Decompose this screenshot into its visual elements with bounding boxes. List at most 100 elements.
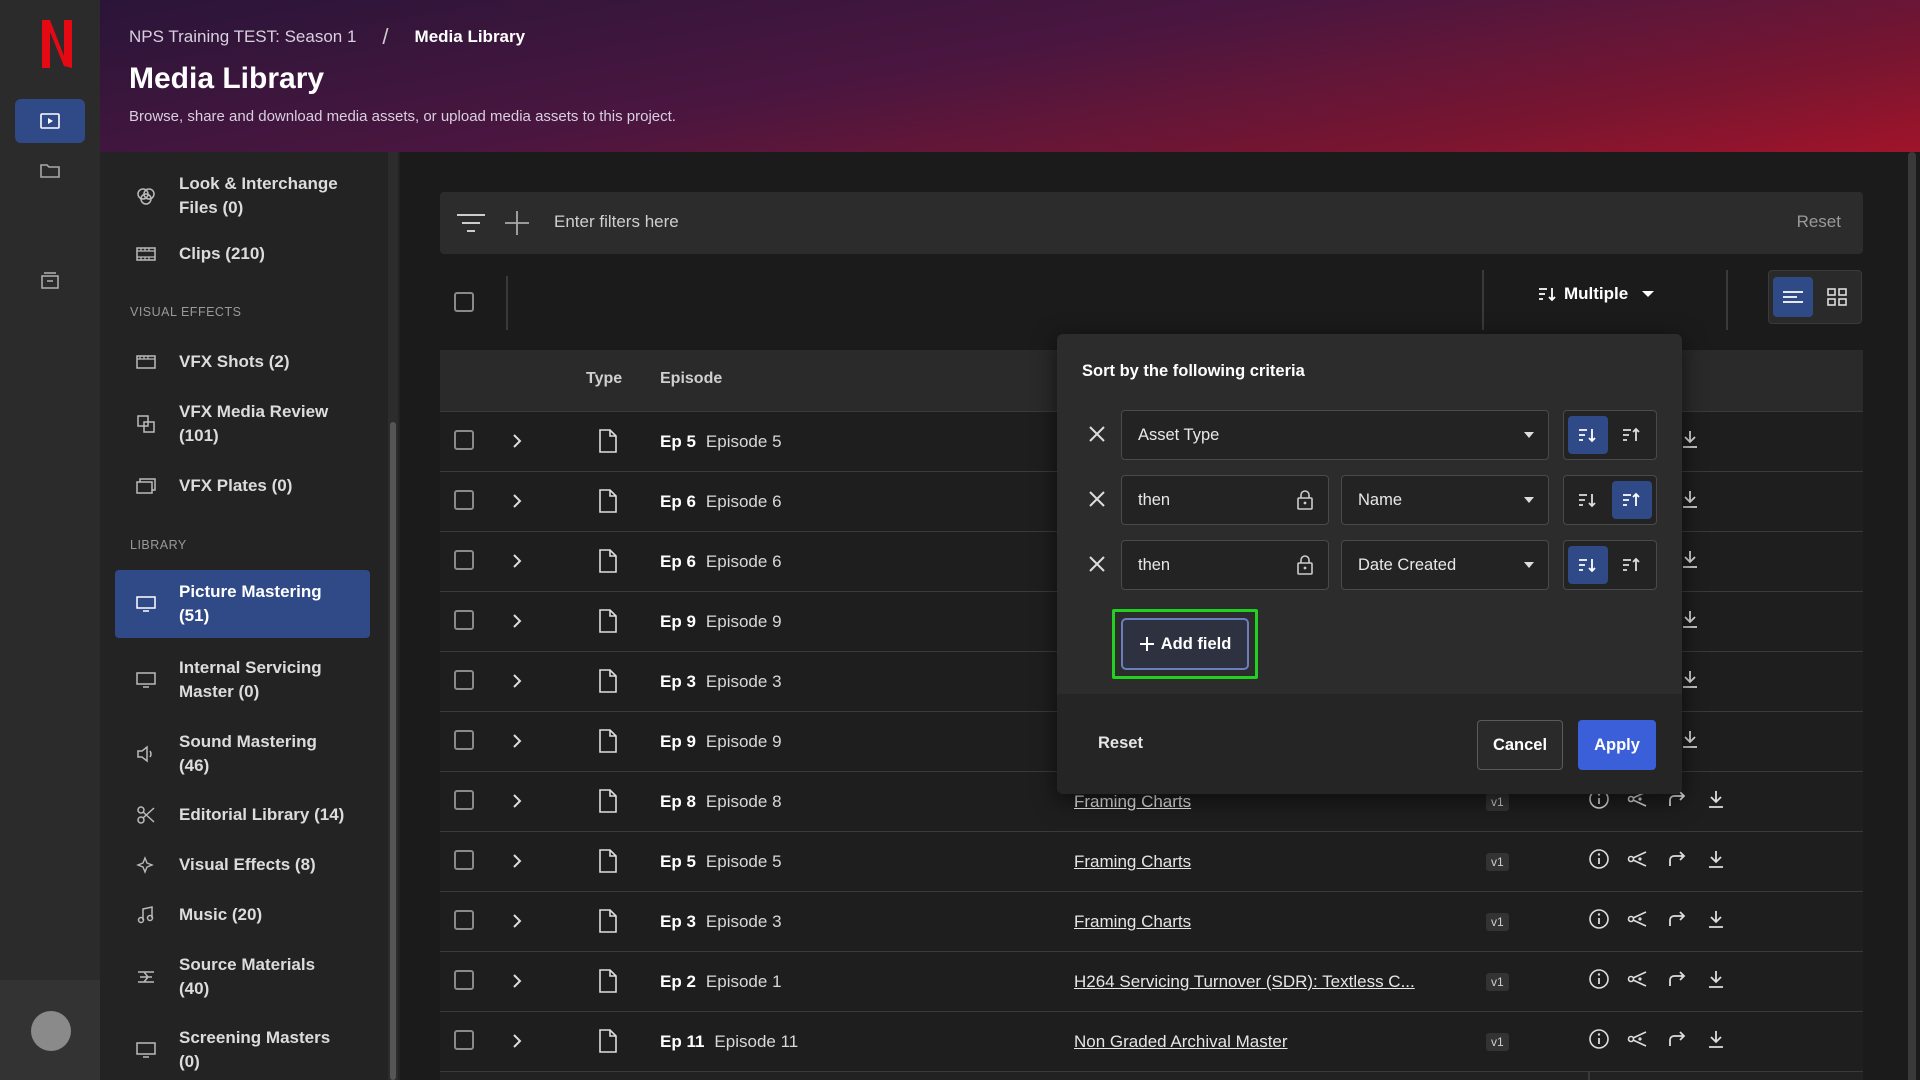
chevron-right-icon[interactable] [510, 671, 524, 691]
download-icon[interactable] [1679, 668, 1701, 690]
chevron-right-icon[interactable] [510, 851, 524, 871]
forward-icon[interactable] [1666, 908, 1688, 930]
chevron-right-icon[interactable] [510, 791, 524, 811]
sidebar-item-sound-mastering[interactable]: Sound Mastering (46) [115, 722, 370, 786]
chevron-right-icon[interactable] [510, 971, 524, 991]
sidebar-item-vfx-shots[interactable]: VFX Shots (2) [115, 342, 370, 382]
table-row[interactable]: Ep 3 Episode 3 Framing Charts v1 [440, 892, 1863, 952]
download-icon[interactable] [1705, 908, 1727, 930]
plus-icon[interactable] [504, 210, 530, 236]
sort-ascending-button[interactable] [1612, 481, 1652, 519]
sort-descending-button[interactable] [1568, 416, 1608, 454]
chevron-right-icon[interactable] [510, 431, 524, 451]
row-checkbox[interactable] [454, 670, 474, 690]
asset-name-link[interactable]: H264 Servicing Turnover (SDR): Textless … [1074, 972, 1415, 992]
sort-field-select[interactable]: Date Created [1341, 540, 1549, 590]
table-row[interactable]: Ep 2 Episode 1 H264 Servicing Turnover (SD… [440, 952, 1863, 1012]
chevron-right-icon[interactable] [510, 1031, 524, 1051]
cancel-button[interactable]: Cancel [1477, 720, 1563, 770]
filter-reset-button[interactable]: Reset [1797, 212, 1841, 232]
asset-name-link[interactable]: Framing Charts [1074, 792, 1191, 812]
info-icon[interactable] [1588, 848, 1610, 870]
row-checkbox[interactable] [454, 1030, 474, 1050]
table-row[interactable]: Ep 11 Episode 11 Non Graded Archival Maste… [440, 1012, 1863, 1072]
sort-field-select[interactable]: Name [1341, 475, 1549, 525]
table-row[interactable]: Ep 5 Episode 5 Framing Charts v1 [440, 832, 1863, 892]
forward-icon[interactable] [1666, 848, 1688, 870]
inbox-nav-button[interactable] [15, 258, 85, 302]
sort-button[interactable]: Multiple [1538, 284, 1656, 304]
row-checkbox[interactable] [454, 610, 474, 630]
netflix-logo[interactable] [40, 18, 74, 70]
sidebar-item-picture-mastering[interactable]: Picture Mastering (51) [115, 570, 370, 638]
sort-field-select[interactable]: Asset Type [1121, 410, 1549, 460]
chevron-right-icon[interactable] [510, 731, 524, 751]
row-checkbox[interactable] [454, 850, 474, 870]
download-icon[interactable] [1679, 488, 1701, 510]
sidebar-item-visual-effects[interactable]: Visual Effects (8) [115, 845, 370, 885]
row-checkbox[interactable] [454, 490, 474, 510]
forward-icon[interactable] [1666, 968, 1688, 990]
sort-descending-button[interactable] [1568, 481, 1608, 519]
row-checkbox[interactable] [454, 730, 474, 750]
share-icon[interactable] [1627, 968, 1649, 990]
share-icon[interactable] [1627, 848, 1649, 870]
sidebar-item-clips[interactable]: Clips (210) [115, 234, 370, 274]
sidebar-item-look-interchange[interactable]: Look & Interchange Files (0) [115, 164, 370, 228]
info-icon[interactable] [1588, 1028, 1610, 1050]
download-icon[interactable] [1705, 848, 1727, 870]
row-checkbox[interactable] [454, 910, 474, 930]
filter-icon[interactable] [456, 212, 486, 234]
row-checkbox[interactable] [454, 430, 474, 450]
download-icon[interactable] [1679, 728, 1701, 750]
remove-sort-button[interactable] [1085, 487, 1109, 511]
asset-name-link[interactable]: Framing Charts [1074, 852, 1191, 872]
page-scrollbar[interactable] [1908, 152, 1916, 1080]
row-checkbox[interactable] [454, 550, 474, 570]
column-header-type[interactable]: Type [586, 370, 622, 388]
download-icon[interactable] [1679, 548, 1701, 570]
chevron-right-icon[interactable] [510, 911, 524, 931]
forward-icon[interactable] [1666, 1028, 1688, 1050]
sidebar-item-music[interactable]: Music (20) [115, 895, 370, 935]
chevron-right-icon[interactable] [510, 491, 524, 511]
grid-view-button[interactable] [1817, 277, 1857, 317]
asset-name-link[interactable]: Non Graded Archival Master [1074, 1032, 1288, 1052]
info-icon[interactable] [1588, 968, 1610, 990]
sidebar-item-screening-masters[interactable]: Screening Masters (0) [115, 1018, 370, 1080]
filter-input[interactable]: Enter filters here [554, 212, 679, 232]
remove-sort-button[interactable] [1085, 552, 1109, 576]
download-icon[interactable] [1705, 788, 1727, 810]
list-view-button[interactable] [1773, 277, 1813, 317]
share-icon[interactable] [1627, 908, 1649, 930]
add-field-button[interactable]: Add field [1121, 618, 1249, 670]
row-checkbox[interactable] [454, 790, 474, 810]
sidebar-item-vfx-plates[interactable]: VFX Plates (0) [115, 466, 370, 506]
asset-name-link[interactable]: Framing Charts [1074, 912, 1191, 932]
download-icon[interactable] [1679, 428, 1701, 450]
sidebar-item-source-materials[interactable]: Source Materials (40) [115, 945, 370, 1009]
info-icon[interactable] [1588, 908, 1610, 930]
sort-reset-button[interactable]: Reset [1098, 734, 1143, 753]
media-library-nav-button[interactable] [15, 99, 85, 143]
folder-nav-button[interactable] [15, 148, 85, 192]
column-header-episode[interactable]: Episode [660, 370, 722, 388]
download-icon[interactable] [1705, 1028, 1727, 1050]
chevron-right-icon[interactable] [510, 611, 524, 631]
row-checkbox[interactable] [454, 970, 474, 990]
sort-ascending-button[interactable] [1612, 546, 1652, 584]
avatar[interactable] [31, 1011, 71, 1051]
share-icon[interactable] [1627, 1028, 1649, 1050]
sort-descending-button[interactable] [1568, 546, 1608, 584]
breadcrumb-project[interactable]: NPS Training TEST: Season 1 [129, 27, 356, 47]
sort-ascending-button[interactable] [1612, 416, 1652, 454]
select-all-checkbox[interactable] [454, 292, 474, 312]
apply-button[interactable]: Apply [1578, 720, 1656, 770]
sidebar-item-internal-servicing-master[interactable]: Internal Servicing Master (0) [115, 648, 370, 712]
remove-sort-button[interactable] [1085, 422, 1109, 446]
sidebar-scrollbar[interactable] [390, 422, 396, 1080]
download-icon[interactable] [1679, 608, 1701, 630]
download-icon[interactable] [1705, 968, 1727, 990]
chevron-right-icon[interactable] [510, 551, 524, 571]
sidebar-item-vfx-media-review[interactable]: VFX Media Review (101) [115, 392, 370, 456]
